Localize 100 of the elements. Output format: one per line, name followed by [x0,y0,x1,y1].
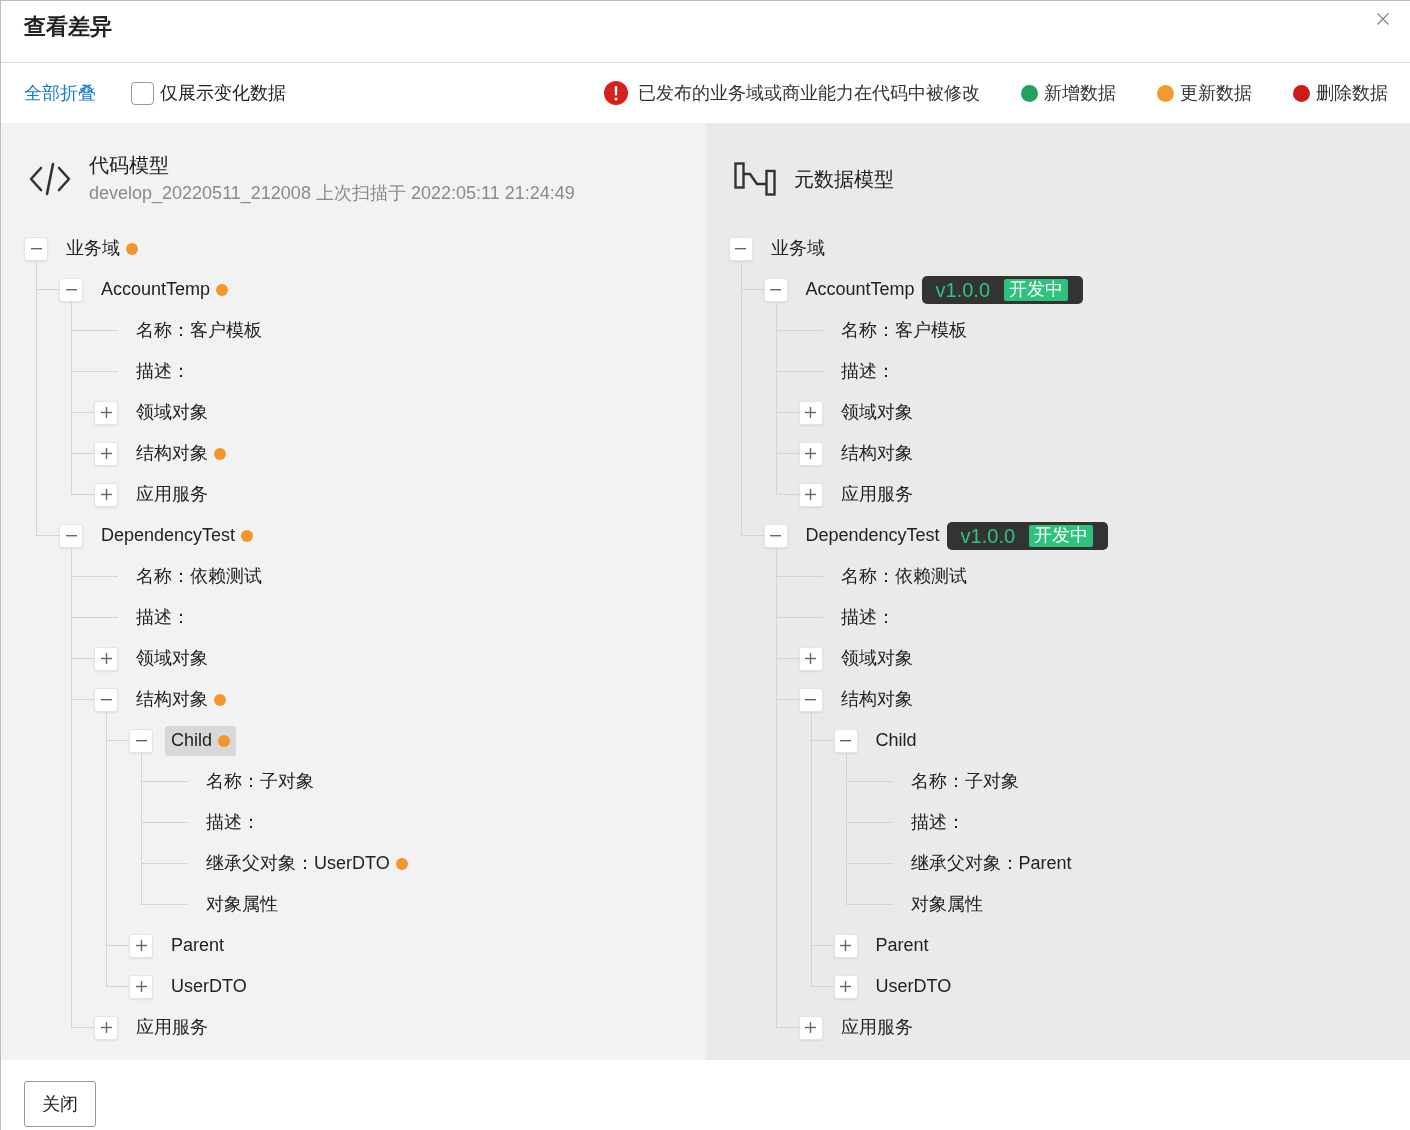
tree-toggle[interactable] [129,933,153,958]
tree-item[interactable]: 描述： [904,807,971,838]
status-tag: 开发中 [1004,278,1069,301]
checkbox[interactable] [131,81,154,105]
plus-icon [840,981,851,992]
tree-item[interactable]: 描述： [834,602,901,633]
tree-item[interactable]: 领域对象 [834,643,919,674]
tree-toggle[interactable] [94,441,118,466]
tree-toggle[interactable] [94,646,118,671]
tree-toggle[interactable] [763,523,788,548]
tree-item[interactable]: Child [869,725,923,756]
tree-item[interactable]: 名称：子对象 [200,766,320,797]
plus-icon [805,407,816,418]
tree-item[interactable]: 结构对象 [130,438,232,469]
panel-title: 元数据模型 [793,167,894,192]
tree-toggle[interactable] [798,687,823,712]
tree-toggle[interactable] [24,236,48,261]
panel-subtitle: develop_20220511_212008 上次扫描于 2022:05:11 21:24:49 [89,182,575,206]
warning-icon [604,81,628,105]
tree-item[interactable]: 继承父对象：Parent [904,848,1078,879]
tree-toggle[interactable] [94,687,118,712]
plus-icon [805,489,816,500]
minus-icon [805,698,816,701]
linked-blocks-icon [733,162,776,196]
tree-item[interactable]: 结构对象 [130,684,232,715]
tree-item[interactable]: Parent [869,930,935,961]
tree-item[interactable]: 名称：客户模板 [130,315,268,346]
tree-connector-line [141,761,188,802]
plus-icon [100,653,112,664]
code-icon [29,162,71,196]
tree-toggle[interactable] [798,646,823,671]
tree-toggle[interactable] [763,277,788,302]
tree-item[interactable]: 名称：子对象 [904,766,1025,797]
tree-connector-line [71,556,118,597]
tree-item[interactable]: 描述： [200,807,266,838]
tree-toggle[interactable] [728,236,753,261]
tree-item[interactable]: 描述： [834,356,901,387]
minus-icon [135,739,147,742]
tree-item[interactable]: 名称：依赖测试 [130,561,268,592]
tree-toggle[interactable] [129,974,153,999]
tree-toggle[interactable] [833,728,858,753]
tree-item[interactable]: 对象属性 [200,889,284,920]
dialog-title: 查看差异 [24,13,112,41]
plus-icon [805,448,816,459]
tree-item[interactable]: 结构对象 [834,438,919,469]
tree-toggle[interactable] [94,1015,118,1040]
tree-item[interactable]: AccountTemp [799,274,921,305]
tree-toggle[interactable] [59,523,83,548]
tree-item[interactable]: Parent [165,930,231,961]
tree-item[interactable]: 领域对象 [130,643,214,674]
tree-item[interactable]: UserDTO [869,971,958,1002]
tree-item[interactable]: 业务域 [764,233,831,264]
status-tag: 开发中 [1029,524,1094,547]
tree-item[interactable]: AccountTemp [95,274,235,305]
tree-item[interactable]: 应用服务 [130,1012,214,1043]
tree-item[interactable]: DependencyTest [799,520,946,551]
tree-toggle[interactable] [798,1015,823,1040]
tree-item[interactable]: 应用服务 [130,479,214,510]
panel-title: 代码模型 [89,153,170,178]
tree-toggle[interactable] [798,400,823,425]
close-button[interactable]: 关闭 [24,1081,96,1127]
tree-toggle[interactable] [94,482,118,507]
tree-item[interactable]: UserDTO [165,971,253,1002]
plus-icon [840,940,851,951]
tree-toggle[interactable] [94,400,118,425]
close-icon[interactable] [1377,13,1389,25]
tree-item[interactable]: 名称：依赖测试 [834,561,973,592]
tree-item[interactable]: 继承父对象：UserDTO [200,848,414,879]
tree-item[interactable]: 名称：客户模板 [834,315,973,346]
tree-connector-line [740,269,764,310]
tree-toggle[interactable] [833,933,858,958]
tree-toggle[interactable] [59,277,83,302]
minus-icon [100,698,112,701]
minus-icon [770,288,781,291]
tree-item[interactable]: 描述： [130,602,196,633]
tree-toggle[interactable] [798,441,823,466]
tree-item[interactable]: 对象属性 [904,889,989,920]
legend-label: 删除数据 [1316,81,1388,105]
tree-toggle[interactable] [798,482,823,507]
plus-icon [805,653,816,664]
tree-item[interactable]: 领域对象 [834,397,919,428]
tree-connector-line [775,679,799,720]
tree-item[interactable]: 结构对象 [834,684,919,715]
collapse-all-link[interactable]: 全部折叠 [24,79,96,107]
tree-item[interactable]: 描述： [130,356,196,387]
plus-icon [100,489,112,500]
tree-item[interactable]: Child [165,725,237,756]
minus-icon [770,534,781,537]
legend-label: 已发布的业务域或商业能力在代码中被修改 [638,81,980,105]
tree-item[interactable]: DependencyTest [95,520,260,551]
tree-connector-line [141,802,188,843]
tree-toggle[interactable] [833,974,858,999]
tree-item[interactable]: 领域对象 [130,397,214,428]
tree-item[interactable]: 业务域 [60,233,144,264]
tree-toggle[interactable] [129,728,153,753]
tree-item[interactable]: 应用服务 [834,479,919,510]
plus-icon [805,1022,816,1033]
minus-icon [65,534,77,537]
tree-item[interactable]: 应用服务 [834,1012,919,1043]
checkbox-label: 仅展示变化数据 [160,81,286,105]
